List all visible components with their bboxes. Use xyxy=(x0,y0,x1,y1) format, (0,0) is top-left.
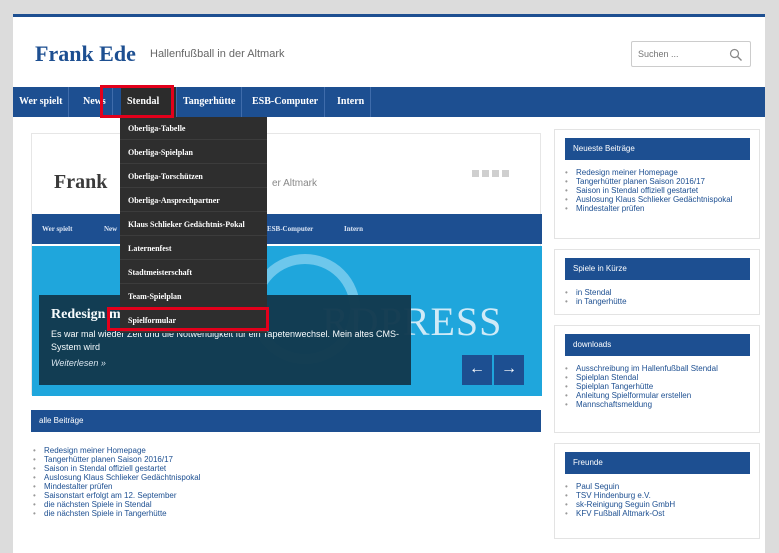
list-item[interactable]: die nächsten Spiele in Stendal xyxy=(33,500,201,509)
list-item[interactable]: in Tangerhütte xyxy=(565,297,627,306)
slide-site-title: Frank xyxy=(54,171,108,193)
widget-list: Redesign meiner Homepage Tangerhütter pl… xyxy=(565,168,733,213)
stendal-dropdown-menu: Oberliga-Tabelle Oberliga-Spielplan Ober… xyxy=(120,117,267,333)
widget-title: Spiele in Kürze xyxy=(565,258,750,280)
slider-pagination xyxy=(472,164,512,182)
list-item[interactable]: Ausschreibung im Hallenfußball Stendal xyxy=(565,364,718,373)
slide-nav-bar: Wer spielt New ESB-Computer Intern xyxy=(32,214,542,244)
list-item[interactable]: TSV Hindenburg e.V. xyxy=(565,491,675,500)
widget-title: downloads xyxy=(565,334,750,356)
list-item[interactable]: Auslosung Klaus Schlieker Gedächtnispoka… xyxy=(565,195,733,204)
menu-item-klaus-schlieker-pokal[interactable]: Klaus Schlieker Gedächtnis-Pokal xyxy=(120,213,267,236)
widget-list: Ausschreibung im Hallenfußball Stendal S… xyxy=(565,364,718,409)
menu-item-oberliga-ansprechpartner[interactable]: Oberliga-Ansprechpartner xyxy=(120,189,267,212)
list-item[interactable]: Spielplan Stendal xyxy=(565,373,718,382)
list-item[interactable]: sk-Reinigung Seguin GmbH xyxy=(565,500,675,509)
widget-title: Neueste Beiträge xyxy=(565,138,750,160)
list-item[interactable]: Saisonstart erfolgt am 12. September xyxy=(33,491,201,500)
nav-item-wer-spielt[interactable]: Wer spielt xyxy=(13,87,70,117)
list-item[interactable]: Tangerhütter planen Saison 2016/17 xyxy=(33,455,201,464)
nav-item-tangerhuette[interactable]: Tangerhütte xyxy=(177,87,243,117)
list-item[interactable]: Saison in Stendal offiziell gestartet xyxy=(33,464,201,473)
widget-friends: Freunde Paul Seguin TSV Hindenburg e.V. … xyxy=(554,443,760,539)
slide-nav-item: New xyxy=(104,225,118,233)
widget-downloads: downloads Ausschreibung im Hallenfußball… xyxy=(554,325,760,433)
menu-item-laternenfest[interactable]: Laternenfest xyxy=(120,237,267,260)
widget-list: Paul Seguin TSV Hindenburg e.V. sk-Reini… xyxy=(565,482,675,518)
list-item[interactable]: Auslosung Klaus Schlieker Gedächtnispoka… xyxy=(33,473,201,482)
slider-prev-button[interactable]: ← xyxy=(462,355,492,385)
list-item[interactable]: Saison in Stendal offiziell gestartet xyxy=(565,186,733,195)
widget-upcoming-games: Spiele in Kürze in Stendal in Tangerhütt… xyxy=(554,249,760,315)
list-item[interactable]: Paul Seguin xyxy=(565,482,675,491)
menu-item-oberliga-tabelle[interactable]: Oberliga-Tabelle xyxy=(120,117,267,140)
slider-dot[interactable] xyxy=(482,170,489,177)
slide-nav-item: ESB-Computer xyxy=(267,225,314,233)
slider-dot[interactable] xyxy=(492,170,499,177)
list-item[interactable]: Spielplan Tangerhütte xyxy=(565,382,718,391)
list-item[interactable]: Redesign meiner Homepage xyxy=(565,168,733,177)
menu-item-team-spielplan[interactable]: Team-Spielplan xyxy=(120,285,267,308)
list-item[interactable]: Anleitung Spielformular erstellen xyxy=(565,391,718,400)
all-posts-list: Redesign meiner Homepage Tangerhütter pl… xyxy=(33,446,201,518)
site-tagline: Hallenfußball in der Altmark xyxy=(150,48,285,60)
list-item[interactable]: Mindestalter prüfen xyxy=(565,204,733,213)
search-icon[interactable] xyxy=(729,48,743,62)
page: Frank Ede Hallenfußball in der Altmark W… xyxy=(13,14,765,553)
menu-item-oberliga-spielplan[interactable]: Oberliga-Spielplan xyxy=(120,141,267,164)
widget-list: in Stendal in Tangerhütte xyxy=(565,288,627,306)
widget-recent-posts: Neueste Beiträge Redesign meiner Homepag… xyxy=(554,129,760,239)
read-more-link[interactable]: Weiterlesen » xyxy=(51,358,106,368)
list-item[interactable]: die nächsten Spiele in Tangerhütte xyxy=(33,509,201,518)
list-item[interactable]: Mannschaftsmeldung xyxy=(565,400,718,409)
menu-item-oberliga-torschuetzen[interactable]: Oberliga-Torschützen xyxy=(120,165,267,188)
highlight-box-spielformular xyxy=(107,307,269,331)
slide-nav-item: Intern xyxy=(344,225,364,233)
search-box[interactable] xyxy=(631,41,751,67)
list-item[interactable]: Mindestalter prüfen xyxy=(33,482,201,491)
search-input[interactable] xyxy=(638,47,718,61)
slider-dot[interactable] xyxy=(472,170,479,177)
widget-title: Freunde xyxy=(565,452,750,474)
all-posts-header: alle Beiträge xyxy=(31,410,541,432)
list-item[interactable]: Redesign meiner Homepage xyxy=(33,446,201,455)
slider-dot[interactable] xyxy=(502,170,509,177)
slider-next-button[interactable]: → xyxy=(494,355,524,385)
list-item[interactable]: in Stendal xyxy=(565,288,627,297)
highlight-box-stendal xyxy=(100,85,174,118)
list-item[interactable]: KFV Fußball Altmark-Ost xyxy=(565,509,675,518)
list-item[interactable]: Tangerhütter planen Saison 2016/17 xyxy=(565,177,733,186)
slide-nav-item: Wer spielt xyxy=(42,225,73,233)
site-title[interactable]: Frank Ede xyxy=(35,41,136,67)
menu-item-stadtmeisterschaft[interactable]: Stadtmeisterschaft xyxy=(120,261,267,284)
nav-item-intern[interactable]: Intern xyxy=(331,87,372,117)
slide-site-tagline: er Altmark xyxy=(272,178,318,189)
nav-item-esb-computer[interactable]: ESB-Computer xyxy=(246,87,326,117)
